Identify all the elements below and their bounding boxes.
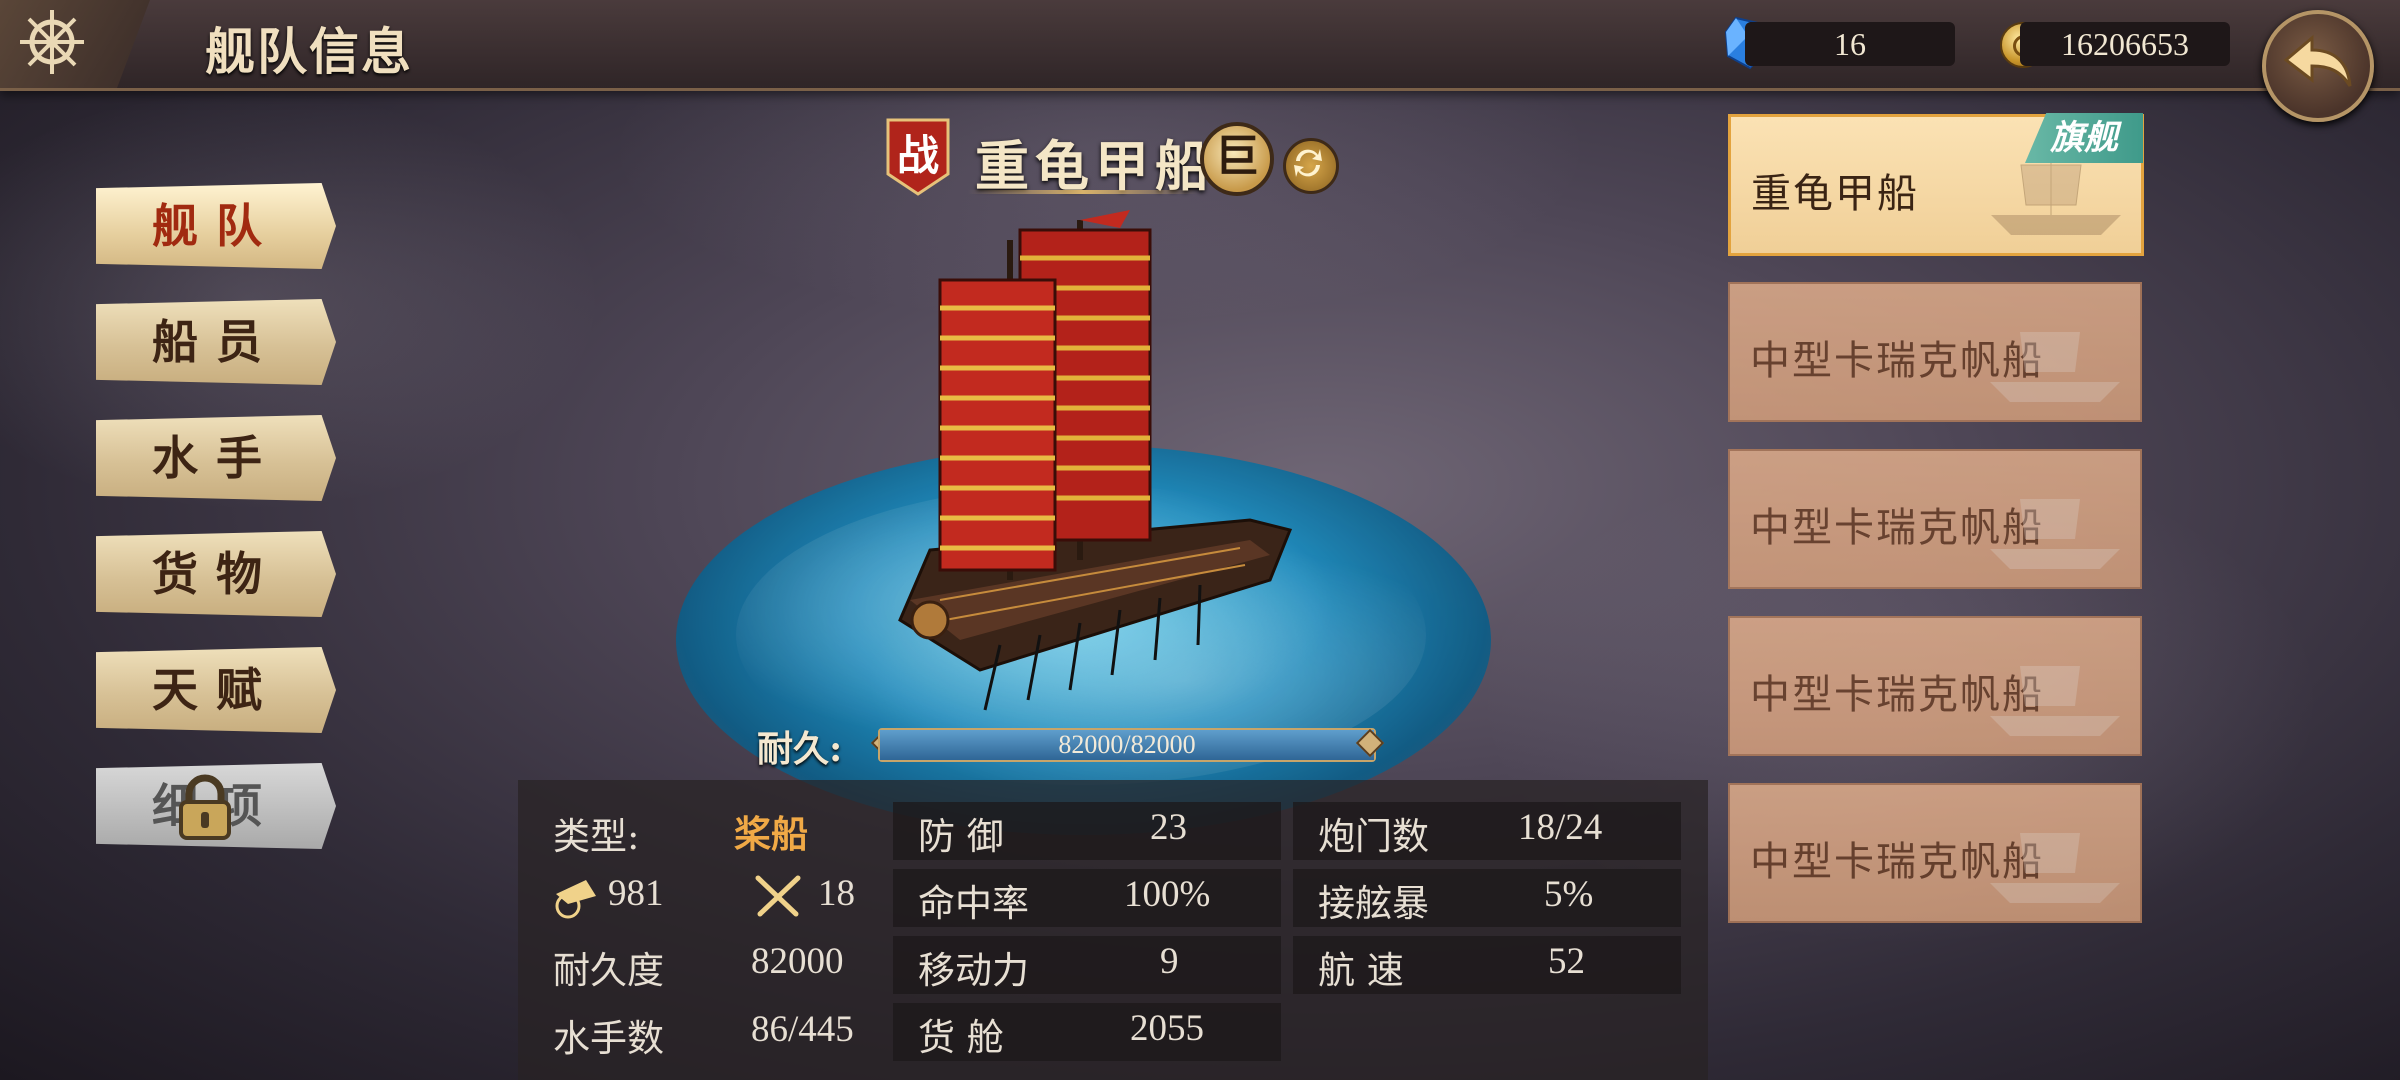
fleet-ship-item[interactable]: 中型卡瑞克帆船 [1728, 783, 2142, 923]
cannon-icon [555, 880, 596, 919]
cargo-hold-label: 货 舱 [918, 1016, 1004, 1059]
page-title: 舰队信息 [205, 22, 413, 81]
sailors-label: 水手数 [553, 1017, 664, 1060]
refresh-arrows-icon [1294, 149, 1322, 177]
sail-speed-value: 52 [1548, 941, 1585, 982]
ship-silhouette-icon [1990, 833, 2120, 903]
fleet-ship-item[interactable]: 中型卡瑞克帆船 [1728, 616, 2142, 756]
menu-crew-button[interactable]: 船员 [96, 299, 336, 385]
menu-sailors-button[interactable]: 水手 [96, 415, 336, 501]
gem-count: 16 [1745, 22, 1955, 66]
combat-badge-label: 战 [896, 131, 939, 180]
top-bar: 舰队信息 16 16206653 [0, 0, 2400, 91]
type-value: 桨船 [734, 812, 808, 856]
ship-size-badge: 巨 [1200, 122, 1274, 196]
boarding-crit-value: 5% [1544, 874, 1594, 915]
sail-speed-label: 航 速 [1318, 949, 1404, 992]
sailors-value: 86/445 [751, 1009, 854, 1050]
defense-label: 防 御 [918, 815, 1004, 858]
defense-value: 23 [1150, 807, 1187, 848]
gunports-label: 炮门数 [1318, 815, 1429, 858]
durability-stat-value: 82000 [751, 941, 844, 982]
menu-talent-button[interactable]: 天赋 [96, 647, 336, 733]
ship-silhouette-icon [1990, 666, 2120, 736]
fleet-ship-item[interactable]: 中型卡瑞克帆船 [1728, 449, 2142, 589]
flagship-tag: 旗舰 [2025, 113, 2143, 163]
lock-icon [179, 774, 231, 840]
ship-silhouette-icon [1990, 499, 2120, 569]
durability-bar: 82000/82000 [878, 728, 1376, 762]
fleet-ship-name: 重龟甲船 [1751, 171, 1919, 217]
cargo-hold-value: 2055 [1130, 1008, 1204, 1049]
durability-stat-label: 耐久度 [553, 949, 664, 992]
menu-fleet-button[interactable]: 舰队 [96, 183, 336, 269]
crossed-swords-icon [755, 875, 801, 917]
ship-silhouette-icon [1990, 332, 2120, 402]
cannon-value: 981 [608, 873, 664, 914]
swap-ship-icon[interactable] [1283, 138, 1339, 194]
hit-rate-label: 命中率 [918, 882, 1029, 925]
back-button[interactable] [2262, 10, 2374, 122]
durability-label: 耐久: [757, 728, 843, 770]
melee-value: 18 [818, 873, 855, 914]
gunports-value: 18/24 [1518, 807, 1603, 848]
ship-model-image[interactable] [870, 200, 1310, 730]
menu-cargo-button[interactable]: 货物 [96, 531, 336, 617]
coin-count: 16206653 [2020, 22, 2230, 66]
type-label: 类型: [553, 815, 640, 858]
ship-wheel-icon [20, 10, 84, 74]
move-label: 移动力 [918, 949, 1029, 992]
move-value: 9 [1160, 941, 1179, 982]
ship-wheel-emblem [0, 0, 150, 88]
durability-value: 82000/82000 [1058, 730, 1196, 759]
hit-rate-value: 100% [1124, 874, 1211, 915]
fleet-ship-item[interactable]: 重龟甲船 旗舰 [1728, 113, 2144, 256]
ship-name-underline [968, 190, 1198, 194]
back-arrow-icon [2283, 34, 2352, 87]
boarding-crit-label: 接舷暴 [1318, 882, 1429, 925]
fleet-ship-item[interactable]: 中型卡瑞克帆船 [1728, 282, 2142, 422]
